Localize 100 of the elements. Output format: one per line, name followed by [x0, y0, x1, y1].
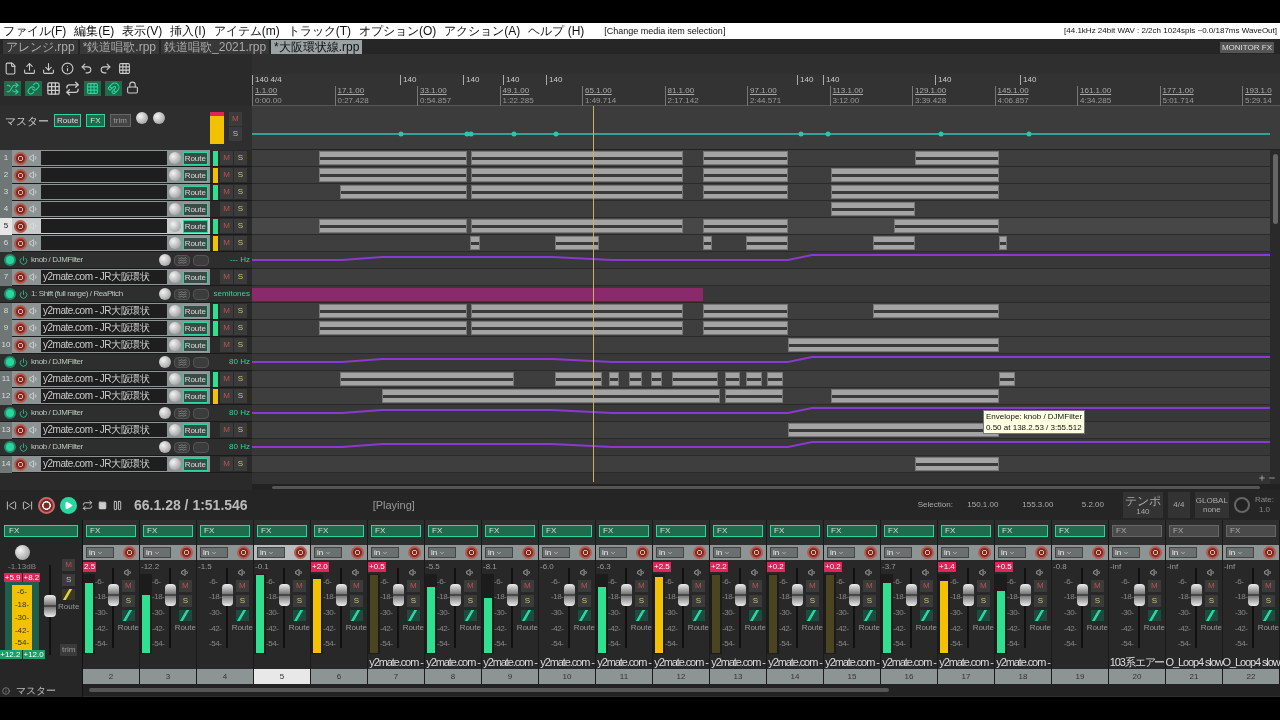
solo-button[interactable]: S	[234, 372, 247, 386]
fx-button[interactable]: FX	[4, 525, 78, 537]
fx-button[interactable]: FX	[1055, 525, 1105, 537]
volume-fader[interactable]	[1133, 584, 1145, 606]
speaker-icon[interactable]	[294, 568, 304, 577]
media-item[interactable]	[340, 185, 467, 199]
media-item[interactable]	[470, 236, 480, 250]
input-button[interactable]: in	[599, 547, 627, 558]
media-item[interactable]	[703, 151, 788, 165]
channel-number[interactable]: 9	[482, 669, 538, 684]
channel-number[interactable]: 3	[140, 669, 196, 684]
bypass-icon[interactable]	[19, 255, 28, 265]
route-icon[interactable]	[1204, 610, 1218, 621]
solo-button[interactable]: S	[292, 595, 306, 607]
route-icon[interactable]	[862, 610, 876, 621]
trim-button[interactable]: trim	[109, 114, 131, 127]
route-button[interactable]: Route	[54, 114, 82, 127]
track-name[interactable]: y2mate.com - JR大阪環状	[41, 423, 167, 437]
solo-button[interactable]: S	[234, 202, 247, 216]
fx-button[interactable]: FX	[314, 525, 364, 537]
project-tab[interactable]: 鉄道唱歌_2021.rpp	[161, 40, 270, 54]
channel-number[interactable]: 17	[938, 669, 994, 684]
media-item[interactable]	[471, 185, 683, 199]
solo-button[interactable]: S	[1204, 595, 1218, 607]
track-name[interactable]: y2mate.com - JR大阪環状	[41, 321, 167, 335]
speaker-icon[interactable]	[579, 568, 589, 577]
solo-button[interactable]: S	[62, 574, 76, 586]
volume-fader[interactable]	[677, 584, 689, 606]
horizontal-scrollbar[interactable]	[272, 485, 1260, 489]
envelope-toggle-icon[interactable]	[4, 288, 16, 300]
skip-forward-icon[interactable]	[22, 499, 33, 511]
solo-button[interactable]: S	[1147, 595, 1161, 607]
solo-button[interactable]: S	[862, 595, 876, 607]
media-item[interactable]	[382, 389, 720, 403]
solo-button[interactable]: S	[1090, 595, 1104, 607]
route-icon[interactable]	[805, 610, 819, 621]
channel-number[interactable]: 18	[995, 669, 1051, 684]
route-icon[interactable]	[235, 610, 249, 621]
volume-fader[interactable]	[563, 584, 575, 606]
knob[interactable]	[159, 356, 171, 368]
input-button[interactable]: in	[200, 547, 228, 558]
route-icon[interactable]	[178, 610, 192, 621]
record-arm-button[interactable]	[14, 321, 27, 335]
input-button[interactable]: in	[656, 547, 684, 558]
route-icon[interactable]	[976, 610, 990, 621]
track-header[interactable]: y2mate.com - JR大阪環状 Route	[12, 269, 210, 285]
route-icon[interactable]	[520, 610, 534, 621]
route-icon[interactable]	[1261, 610, 1275, 621]
strip-header[interactable]: in	[254, 545, 310, 560]
route-icon[interactable]	[463, 610, 477, 621]
knob[interactable]	[159, 441, 171, 453]
route-button[interactable]: Route	[182, 423, 208, 437]
solo-button[interactable]: S	[234, 304, 247, 318]
strip-header[interactable]: in	[197, 545, 253, 560]
route-icon[interactable]	[1090, 610, 1104, 621]
strip-header[interactable]: in	[824, 545, 880, 560]
route-icon[interactable]	[634, 610, 648, 621]
knob[interactable]	[159, 288, 171, 300]
mixer-scrollbar[interactable]	[89, 688, 889, 692]
speaker-icon[interactable]	[978, 568, 988, 577]
media-item[interactable]	[873, 236, 915, 250]
record-arm-button[interactable]	[14, 372, 27, 386]
knob[interactable]	[152, 112, 165, 124]
volume-fader[interactable]	[962, 584, 974, 606]
record-arm-button[interactable]	[14, 270, 27, 284]
repeat-icon[interactable]	[65, 81, 80, 96]
record-arm-button[interactable]	[807, 546, 820, 559]
speaker-icon[interactable]	[1206, 568, 1216, 577]
fx-button[interactable]: FX	[713, 525, 763, 537]
media-item[interactable]	[340, 372, 514, 386]
fx-button[interactable]: FX	[485, 525, 535, 537]
fx-button[interactable]: FX	[200, 525, 250, 537]
record-arm-button[interactable]	[14, 338, 27, 352]
input-button[interactable]: in	[314, 547, 342, 558]
media-item[interactable]	[831, 185, 999, 199]
menu-item[interactable]: ファイル(F)	[3, 25, 67, 37]
fx-button[interactable]: FX	[143, 525, 193, 537]
media-item[interactable]	[873, 304, 999, 318]
fx-button[interactable]: FX	[1226, 525, 1276, 537]
channel-number[interactable]: 15	[824, 669, 880, 684]
envelope-header[interactable]: knob / DJMFilter 80 Hz	[0, 354, 252, 371]
route-button[interactable]: Route	[182, 372, 208, 386]
record-arm-button[interactable]	[1035, 546, 1048, 559]
media-item[interactable]	[471, 304, 683, 318]
strip-header[interactable]: in	[653, 545, 709, 560]
menu-item[interactable]: 編集(E)	[74, 25, 115, 37]
route-button[interactable]: Route	[182, 304, 208, 318]
record-arm-button[interactable]	[921, 546, 934, 559]
loop-icon[interactable]	[82, 499, 93, 511]
solo-button[interactable]: S	[349, 595, 363, 607]
record-arm-button[interactable]	[465, 546, 478, 559]
speaker-icon[interactable]	[636, 568, 646, 577]
media-item[interactable]	[999, 372, 1015, 386]
info-icon[interactable]	[61, 62, 74, 75]
media-item[interactable]	[629, 372, 642, 386]
solo-button[interactable]: S	[520, 595, 534, 607]
menu-item[interactable]: ヘルプ (H)	[528, 25, 585, 37]
channel-number[interactable]: 13	[710, 669, 766, 684]
record-arm-button[interactable]	[294, 546, 307, 559]
speaker-icon[interactable]	[750, 568, 760, 577]
